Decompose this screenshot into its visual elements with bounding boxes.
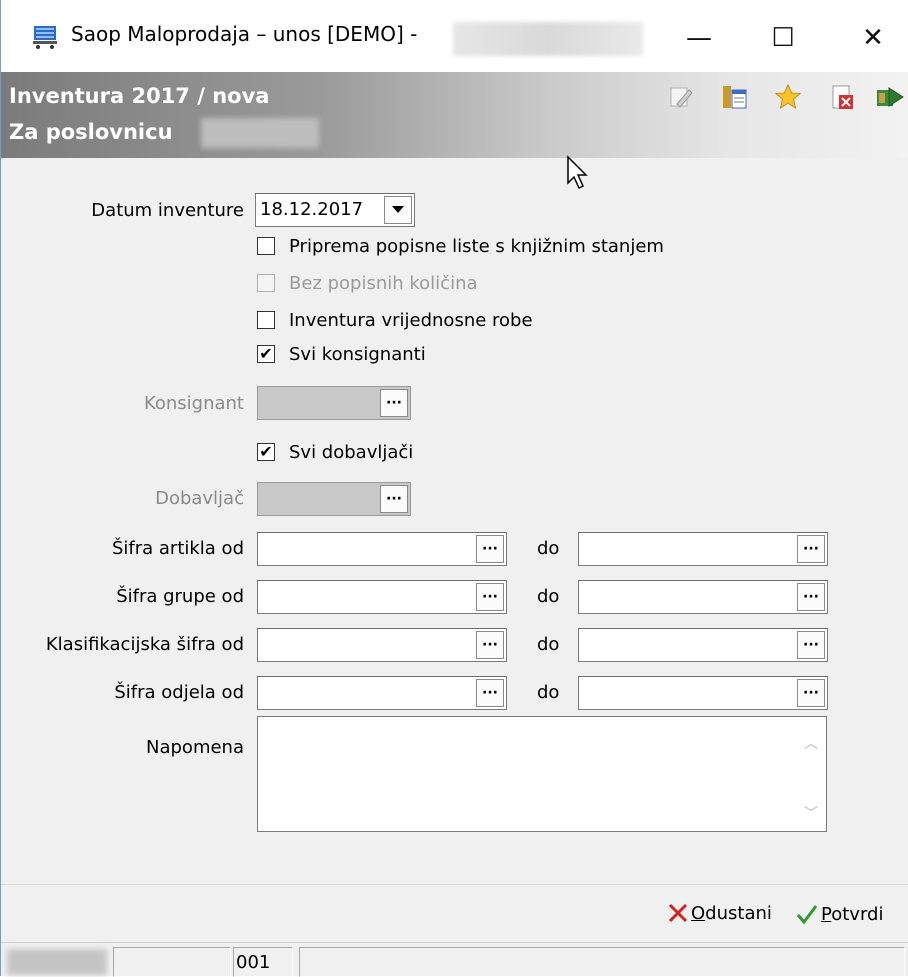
lookup-button[interactable]: ··· — [476, 631, 504, 659]
form-header: Inventura 2017 / nova Za poslovnicu — [1, 72, 908, 158]
do-label: do — [537, 682, 560, 703]
sifra-odjela-from-input[interactable]: ··· — [257, 676, 507, 710]
close-button[interactable]: ✕ — [843, 16, 903, 60]
checkbox-box[interactable]: ✔ — [257, 345, 275, 363]
exit-icon[interactable] — [875, 82, 905, 112]
sifra-grupe-to-input[interactable]: ··· — [578, 580, 828, 614]
scrollbar[interactable]: ︿ ﹀ — [796, 717, 826, 831]
dobavljac-field: ··· — [257, 482, 411, 516]
form-subtitle: Za poslovnicu — [9, 120, 173, 144]
divider — [1, 884, 908, 885]
cancel-label: Odustani — [691, 903, 772, 924]
lookup-button[interactable]: ··· — [797, 583, 825, 611]
cancel-label-rest: dustani — [705, 902, 772, 924]
do-label: do — [537, 586, 560, 607]
confirm-button[interactable]: Potvrdi — [795, 902, 883, 926]
cancel-access-key: O — [691, 902, 706, 924]
redacted-title — [453, 22, 643, 56]
cancel-button[interactable]: Odustani — [667, 902, 772, 924]
chevron-down-icon — [392, 206, 404, 213]
sifra-odjela-label: Šifra odjela od — [114, 682, 244, 703]
checkbox-box — [257, 274, 275, 292]
sifra-odjela-to-input[interactable]: ··· — [578, 676, 828, 710]
confirm-access-key: P — [821, 903, 832, 925]
checkbox-svi-dobavljaci[interactable]: ✔ Svi dobavljači — [257, 440, 413, 464]
lookup-button[interactable]: ··· — [476, 679, 504, 707]
datum-picker[interactable]: 18.12.2017 — [255, 193, 415, 227]
lookup-button[interactable]: ··· — [797, 679, 825, 707]
napomena-textarea[interactable]: ︿ ﹀ — [257, 716, 827, 832]
dobavljac-label: Dobavljač — [155, 488, 244, 509]
lookup-button[interactable]: ··· — [476, 583, 504, 611]
status-cell — [113, 947, 231, 977]
konsignant-field: ··· — [257, 386, 411, 420]
klasifikacijska-sifra-label: Klasifikacijska šifra od — [45, 634, 244, 655]
status-bar: 001 — [1, 942, 908, 977]
sifra-artikla-from-input[interactable]: ··· — [257, 532, 507, 566]
checkbox-inventura-vrijednosne[interactable]: Inventura vrijednosne robe — [257, 308, 533, 332]
checkbox-bez-popisnih: Bez popisnih količina — [257, 271, 478, 295]
lookup-button[interactable]: ··· — [797, 535, 825, 563]
scroll-down-icon[interactable]: ﹀ — [804, 803, 818, 823]
maximize-button[interactable]: ☐ — [753, 16, 813, 60]
scroll-up-icon[interactable]: ︿ — [804, 733, 818, 753]
checkbox-label: Svi dobavljači — [289, 441, 414, 463]
shopping-cart-icon — [33, 26, 57, 49]
window-title: Saop Maloprodaja – unos [DEMO] - — [71, 22, 418, 46]
close-icon: ✕ — [862, 23, 884, 53]
title-bar: Saop Maloprodaja – unos [DEMO] - — ☐ ✕ — [1, 0, 908, 72]
klasifikacijska-to-input[interactable]: ··· — [578, 628, 828, 662]
datum-value[interactable]: 18.12.2017 — [260, 199, 363, 220]
main-window: Saop Maloprodaja – unos [DEMO] - — ☐ ✕ I… — [0, 0, 908, 977]
redacted-status — [7, 949, 107, 975]
minimize-icon: — — [686, 23, 712, 53]
status-cell — [299, 947, 905, 977]
redacted-branch — [201, 118, 319, 148]
delete-icon[interactable] — [827, 82, 857, 112]
checkmark-icon — [796, 905, 818, 925]
star-icon[interactable] — [773, 82, 803, 112]
status-code: 001 — [233, 947, 293, 977]
sifra-artikla-to-input[interactable]: ··· — [578, 532, 828, 566]
checkbox-priprema[interactable]: Priprema popisne liste s knjižnim stanje… — [257, 234, 664, 258]
konsignant-label: Konsignant — [143, 393, 244, 414]
checkbox-svi-konsignanti[interactable]: ✔ Svi konsignanti — [257, 342, 426, 366]
checkbox-label: Bez popisnih količina — [289, 272, 478, 294]
checkbox-label: Priprema popisne liste s knjižnim stanje… — [289, 235, 664, 257]
confirm-label-rest: otvrdi — [831, 903, 884, 925]
form-title: Inventura 2017 / nova — [9, 84, 270, 108]
sifra-artikla-label: Šifra artikla od — [111, 538, 244, 559]
minimize-button[interactable]: — — [669, 16, 729, 60]
lookup-button[interactable]: ··· — [797, 631, 825, 659]
checkmark-icon: ✔ — [259, 442, 273, 461]
do-label: do — [537, 634, 560, 655]
datum-dropdown-button[interactable] — [384, 196, 412, 224]
napomena-label: Napomena — [146, 737, 244, 758]
klasifikacijska-from-input[interactable]: ··· — [257, 628, 507, 662]
do-label: do — [537, 538, 560, 559]
datum-label: Datum inventure — [91, 200, 244, 221]
checkbox-box[interactable] — [257, 237, 275, 255]
lookup-button[interactable]: ··· — [476, 535, 504, 563]
confirm-label: Potvrdi — [821, 904, 883, 925]
checkbox-label: Inventura vrijednosne robe — [289, 309, 533, 331]
dobavljac-lookup-button[interactable]: ··· — [380, 485, 408, 513]
mouse-cursor-icon — [567, 155, 588, 190]
sifra-grupe-from-input[interactable]: ··· — [257, 580, 507, 614]
konsignant-lookup-button[interactable]: ··· — [380, 389, 408, 417]
sifra-grupe-label: Šifra grupe od — [116, 586, 244, 607]
maximize-icon: ☐ — [771, 23, 795, 53]
checkbox-label: Svi konsignanti — [289, 343, 426, 365]
edit-icon[interactable] — [665, 82, 695, 112]
checkmark-icon: ✔ — [259, 344, 273, 363]
checkbox-box[interactable]: ✔ — [257, 443, 275, 461]
checkbox-box[interactable] — [257, 311, 275, 329]
cancel-x-icon — [668, 903, 688, 923]
columns-icon[interactable] — [719, 82, 749, 112]
